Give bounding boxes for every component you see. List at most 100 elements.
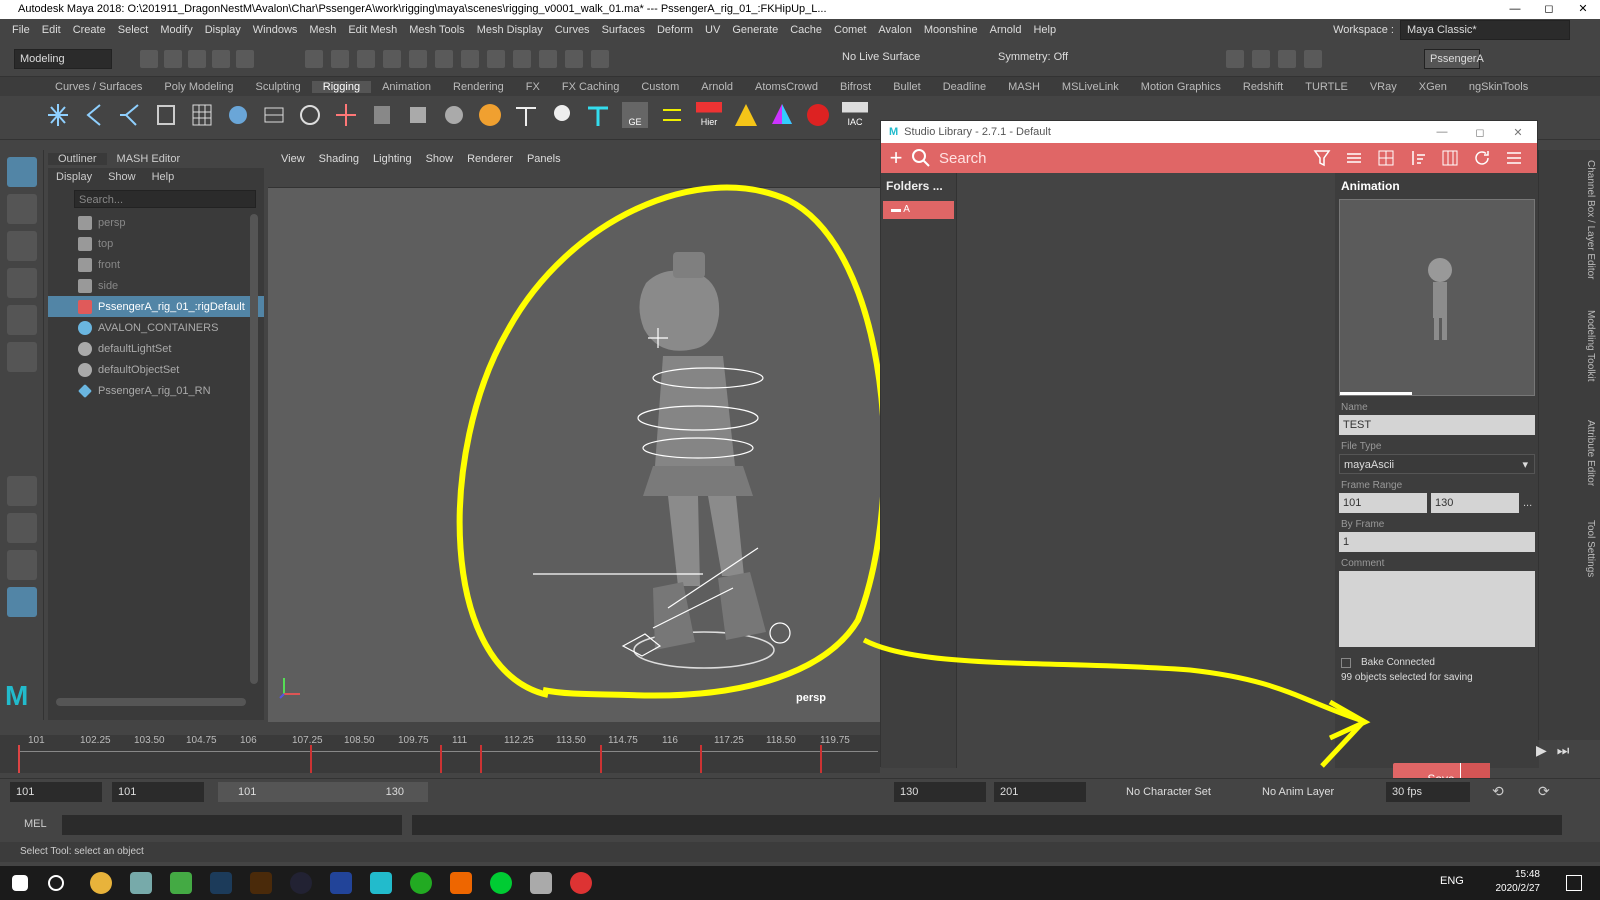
outliner-menu-show[interactable]: Show bbox=[100, 171, 144, 183]
live-surface-label[interactable]: No Live Surface bbox=[842, 51, 920, 63]
outliner-menu-help[interactable]: Help bbox=[144, 171, 183, 183]
menu-avalon[interactable]: Avalon bbox=[872, 24, 917, 36]
render-view-icon[interactable] bbox=[565, 50, 583, 68]
menu-help[interactable]: Help bbox=[1027, 24, 1062, 36]
color-wheel-icon[interactable] bbox=[770, 102, 794, 128]
wrap-icon[interactable] bbox=[298, 102, 322, 128]
shelf-tab-vray[interactable]: VRay bbox=[1359, 81, 1408, 93]
notification-icon[interactable] bbox=[1566, 875, 1582, 891]
columns-icon[interactable] bbox=[1441, 149, 1459, 167]
red-sphere-icon[interactable] bbox=[806, 102, 830, 128]
open-scene-icon[interactable] bbox=[164, 50, 182, 68]
close-button[interactable]: ✕ bbox=[1566, 0, 1600, 19]
menu-surfaces[interactable]: Surfaces bbox=[596, 24, 651, 36]
warning-icon[interactable] bbox=[734, 102, 758, 128]
save-scene-icon[interactable] bbox=[188, 50, 206, 68]
powerpoint-icon[interactable] bbox=[570, 872, 592, 894]
user-button[interactable]: PssengerA bbox=[1424, 49, 1484, 69]
workspace-dropdown[interactable]: Maya Classic* bbox=[1400, 20, 1570, 40]
grid-view-icon[interactable] bbox=[1377, 149, 1395, 167]
menu-uv[interactable]: UV bbox=[699, 24, 726, 36]
undo-icon[interactable] bbox=[212, 50, 230, 68]
joint-tool-icon[interactable] bbox=[46, 102, 70, 128]
menuset-dropdown[interactable]: Modeling bbox=[14, 49, 112, 69]
paint-weights-icon[interactable] bbox=[406, 102, 430, 128]
refresh-icon[interactable] bbox=[1473, 149, 1491, 167]
outliner-layout-icon[interactable] bbox=[7, 587, 37, 617]
skull-icon[interactable] bbox=[550, 102, 574, 128]
menu-deform[interactable]: Deform bbox=[651, 24, 699, 36]
snap-grid-icon[interactable] bbox=[383, 50, 401, 68]
tray-clock[interactable]: 15:48 2020/2/27 bbox=[1496, 868, 1541, 896]
menu-moonshine[interactable]: Moonshine bbox=[918, 24, 984, 36]
shelf-tab-deadline[interactable]: Deadline bbox=[932, 81, 997, 93]
maya-taskbar-icon[interactable] bbox=[370, 872, 392, 894]
folder-item-a[interactable]: ▬ A bbox=[883, 201, 954, 219]
menu-mesh-display[interactable]: Mesh Display bbox=[471, 24, 549, 36]
outliner-item-rig-rn[interactable]: PssengerA_rig_01_RN bbox=[78, 380, 264, 401]
select-hierarchy-icon[interactable] bbox=[305, 50, 323, 68]
frame-range-more-button[interactable]: ... bbox=[1523, 497, 1532, 509]
shelf-tab-custom[interactable]: Custom bbox=[630, 81, 690, 93]
snap-view-icon[interactable] bbox=[461, 50, 479, 68]
play-forward-icon[interactable]: ▶ bbox=[1536, 742, 1547, 759]
snap-surface-icon[interactable] bbox=[487, 50, 505, 68]
chrome-icon[interactable] bbox=[90, 872, 112, 894]
outliner-item-avalon-containers[interactable]: AVALON_CONTAINERS bbox=[78, 317, 264, 338]
tab-mash-editor[interactable]: MASH Editor bbox=[107, 153, 191, 165]
shelf-tab-curves-surfaces[interactable]: Curves / Surfaces bbox=[44, 81, 153, 93]
animation-start-field[interactable]: 101 bbox=[112, 782, 204, 802]
tool-settings-tab[interactable]: Tool Settings bbox=[1585, 520, 1596, 577]
range-slider[interactable]: 101 130 bbox=[218, 782, 428, 802]
lock-icon[interactable] bbox=[513, 50, 531, 68]
outliner-menu-display[interactable]: Display bbox=[48, 171, 100, 183]
t-pose-icon[interactable] bbox=[514, 102, 538, 128]
line-icon[interactable] bbox=[490, 872, 512, 894]
menu-generate[interactable]: Generate bbox=[726, 24, 784, 36]
sl-minimize-button[interactable]: — bbox=[1423, 126, 1461, 139]
channel-box-tab[interactable]: Channel Box / Layer Editor bbox=[1585, 160, 1596, 280]
new-scene-icon[interactable] bbox=[140, 50, 158, 68]
ik-spline-icon[interactable] bbox=[118, 102, 142, 128]
tab-outliner[interactable]: Outliner bbox=[48, 153, 107, 165]
animation-thumbnail[interactable] bbox=[1339, 199, 1535, 396]
attribute-editor-tab[interactable]: Attribute Editor bbox=[1585, 420, 1596, 486]
snap-point-icon[interactable] bbox=[435, 50, 453, 68]
shelf-tab-mash[interactable]: MASH bbox=[997, 81, 1051, 93]
fps-dropdown[interactable]: 30 fps bbox=[1386, 782, 1470, 802]
shelf-tab-bifrost[interactable]: Bifrost bbox=[829, 81, 882, 93]
orange-app-icon[interactable] bbox=[450, 872, 472, 894]
animation-end-field[interactable]: 201 bbox=[994, 782, 1086, 802]
minimize-button[interactable]: — bbox=[1498, 0, 1532, 19]
symmetry-label[interactable]: Symmetry: Off bbox=[998, 51, 1068, 63]
settings-sliders-icon[interactable] bbox=[1345, 149, 1363, 167]
rotate-tool-icon[interactable] bbox=[7, 305, 37, 335]
lattice-icon[interactable] bbox=[190, 102, 214, 128]
windows-start-icon[interactable] bbox=[12, 875, 28, 891]
menu-curves[interactable]: Curves bbox=[549, 24, 596, 36]
shelf-tab-atomscrowd[interactable]: AtomsCrowd bbox=[744, 81, 829, 93]
locator-icon[interactable] bbox=[334, 102, 358, 128]
shelf-tab-arnold[interactable]: Arnold bbox=[690, 81, 744, 93]
shelf-tab-animation[interactable]: Animation bbox=[371, 81, 442, 93]
maximize-button[interactable]: ◻ bbox=[1532, 0, 1566, 19]
menu-comet[interactable]: Comet bbox=[828, 24, 872, 36]
menu-create[interactable]: Create bbox=[67, 24, 112, 36]
outliner-item-persp[interactable]: persp bbox=[78, 212, 264, 233]
ik-handle-icon[interactable] bbox=[82, 102, 106, 128]
app-icon[interactable] bbox=[130, 872, 152, 894]
menu-mesh[interactable]: Mesh bbox=[303, 24, 342, 36]
lasso-tool-icon[interactable] bbox=[7, 194, 37, 224]
menu-display[interactable]: Display bbox=[199, 24, 247, 36]
shelf-tab-redshift[interactable]: Redshift bbox=[1232, 81, 1294, 93]
render-settings-icon[interactable] bbox=[1252, 50, 1270, 68]
sl-search-input[interactable]: Search bbox=[939, 150, 987, 167]
shelf-tab-xgen[interactable]: XGen bbox=[1408, 81, 1458, 93]
scale-tool-icon[interactable] bbox=[7, 342, 37, 372]
character-set-dropdown[interactable]: No Character Set bbox=[1120, 782, 1240, 802]
menu-icon[interactable] bbox=[1505, 149, 1523, 167]
obs-icon[interactable] bbox=[290, 872, 312, 894]
ipr-icon[interactable] bbox=[591, 50, 609, 68]
paint-select-tool-icon[interactable] bbox=[7, 231, 37, 261]
outliner-item-top[interactable]: top bbox=[78, 233, 264, 254]
